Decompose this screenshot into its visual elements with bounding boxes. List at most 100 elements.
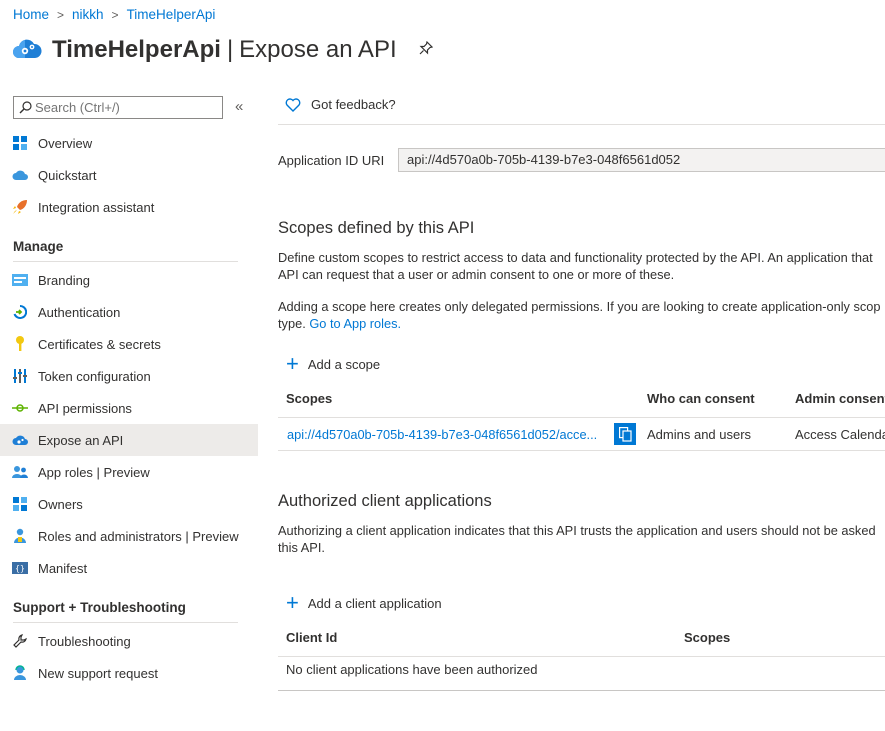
sidebar-item-label: Troubleshooting — [38, 633, 131, 649]
table-divider — [278, 656, 885, 657]
scope-link[interactable]: api://4d570a0b-705b-4139-b7e3-048f6561d0… — [287, 427, 597, 442]
sidebar-item-integration-assistant[interactable]: Integration assistant — [0, 191, 258, 223]
sidebar-item-troubleshooting[interactable]: Troubleshooting — [0, 625, 258, 657]
page-title-app: TimeHelperApi — [52, 35, 221, 63]
collapse-sidebar-button[interactable]: « — [235, 98, 243, 115]
copy-button[interactable] — [614, 423, 636, 445]
copy-icon — [618, 426, 632, 442]
scopes-note-line: Adding a scope here creates only delegat… — [278, 299, 881, 314]
sidebar-item-label: Manifest — [38, 560, 88, 576]
breadcrumb: Home > nikkh > TimeHelperApi — [13, 7, 215, 22]
sidebar-item-label: Certificates & secrets — [38, 336, 161, 352]
sidebar-item-label: Owners — [38, 496, 83, 512]
sidebar-item-overview[interactable]: Overview — [0, 127, 258, 159]
breadcrumb-separator: > — [111, 7, 119, 22]
heart-icon — [285, 97, 301, 112]
page-title: Expose an API — [239, 35, 397, 63]
manifest-icon: {} — [12, 560, 28, 576]
support-person-icon — [12, 665, 28, 681]
page-header: TimeHelperApi | Expose an API — [12, 34, 433, 65]
application-id-uri-field[interactable]: api://4d570a0b-705b-4139-b7e3-048f6561d0… — [398, 148, 885, 172]
scopes-note-line: type. — [278, 316, 306, 331]
sidebar-item-new-support-request[interactable]: New support request — [0, 657, 258, 689]
breadcrumb-home[interactable]: Home — [13, 7, 49, 22]
title-separator: | — [226, 35, 234, 63]
sidebar-item-roles-administrators[interactable]: Roles and administrators | Preview — [0, 520, 258, 552]
who-can-consent-value: Admins and users — [647, 427, 752, 442]
sidebar-item-label: New support request — [38, 665, 158, 681]
owners-icon — [12, 496, 28, 512]
plus-icon: + — [286, 351, 299, 376]
clients-description-line: Authorizing a client application indicat… — [278, 523, 876, 538]
branding-icon — [12, 272, 28, 288]
sidebar-item-branding[interactable]: Branding — [0, 264, 258, 296]
grid-icon — [12, 135, 28, 151]
column-header-client-id: Client Id — [286, 630, 338, 645]
key-icon — [12, 336, 28, 352]
scopes-description-line: Define custom scopes to restrict access … — [278, 250, 873, 265]
roles-icon — [12, 528, 28, 544]
sidebar-item-token-configuration[interactable]: Token configuration — [0, 360, 258, 392]
clients-description-line: this API. — [278, 540, 325, 555]
sidebar-item-certificates-secrets[interactable]: Certificates & secrets — [0, 328, 258, 360]
go-to-app-roles-link[interactable]: Go to App roles. — [309, 316, 401, 331]
sidebar-search[interactable] — [13, 96, 223, 119]
sidebar-item-authentication[interactable]: Authentication — [0, 296, 258, 328]
token-icon — [12, 368, 28, 384]
table-divider — [278, 690, 885, 691]
pin-icon[interactable] — [419, 40, 433, 58]
admin-consent-value: Access Calendar — [795, 427, 885, 442]
sidebar-item-label: API permissions — [38, 400, 132, 416]
breadcrumb-tenant[interactable]: nikkh — [72, 7, 104, 22]
search-icon — [19, 101, 32, 114]
column-header-scopes: Scopes — [286, 391, 333, 406]
sidebar-item-label: Expose an API — [38, 432, 124, 448]
table-divider — [278, 417, 885, 418]
sidebar-item-label: Token configuration — [38, 368, 151, 384]
sidebar-item-manifest[interactable]: {} Manifest — [0, 552, 258, 584]
sidebar-item-owners[interactable]: Owners — [0, 488, 258, 520]
column-header-scopes: Scopes — [684, 630, 731, 645]
api-permissions-icon — [12, 400, 28, 416]
sidebar-item-label: Overview — [38, 135, 93, 151]
sidebar-item-label: Branding — [38, 272, 91, 288]
scopes-heading: Scopes defined by this API — [278, 219, 475, 237]
app-registration-icon — [12, 34, 42, 65]
column-header-who-can-consent: Who can consent — [647, 391, 755, 406]
divider — [278, 124, 885, 125]
feedback-label: Got feedback? — [311, 97, 396, 112]
application-id-uri-label: Application ID URI — [278, 153, 385, 168]
sidebar-item-expose-an-api[interactable]: Expose an API — [0, 424, 258, 456]
cloud-icon — [12, 167, 28, 183]
feedback-button[interactable]: Got feedback? — [285, 97, 396, 112]
empty-state-text: No client applications have been authori… — [286, 662, 538, 677]
plus-icon: + — [286, 590, 299, 615]
users-icon — [12, 464, 28, 480]
scopes-description: Define custom scopes to restrict access … — [278, 249, 885, 283]
sidebar-item-label: Integration assistant — [38, 199, 155, 215]
authorized-clients-heading: Authorized client applications — [278, 492, 492, 510]
authorized-clients-description: Authorizing a client application indicat… — [278, 522, 885, 556]
authentication-icon — [12, 304, 28, 320]
rocket-icon — [12, 199, 28, 215]
breadcrumb-app[interactable]: TimeHelperApi — [127, 7, 216, 22]
table-divider — [278, 450, 885, 451]
add-client-application-button[interactable]: + Add a client application — [286, 590, 442, 615]
sidebar-item-label: Roles and administrators | Preview — [38, 528, 239, 544]
breadcrumb-separator: > — [57, 7, 65, 22]
section-support-troubleshooting: Support + Troubleshooting — [13, 600, 238, 623]
sidebar-item-quickstart[interactable]: Quickstart — [0, 159, 258, 191]
sidebar-item-app-roles[interactable]: App roles | Preview — [0, 456, 258, 488]
cloud-gear-icon — [12, 432, 28, 448]
add-scope-label: Add a scope — [307, 356, 381, 372]
scopes-description-line: API can request that a user or admin con… — [278, 267, 675, 282]
add-scope-button[interactable]: + Add a scope — [286, 351, 381, 376]
sidebar-item-label: App roles | Preview — [38, 464, 150, 480]
section-manage: Manage — [13, 239, 238, 262]
svg-text:{}: {} — [15, 564, 25, 573]
search-input[interactable] — [32, 100, 215, 115]
scopes-note: Adding a scope here creates only delegat… — [278, 298, 885, 332]
sidebar-item-api-permissions[interactable]: API permissions — [0, 392, 258, 424]
wrench-icon — [12, 633, 28, 649]
column-header-admin-consent: Admin consent — [795, 391, 885, 406]
